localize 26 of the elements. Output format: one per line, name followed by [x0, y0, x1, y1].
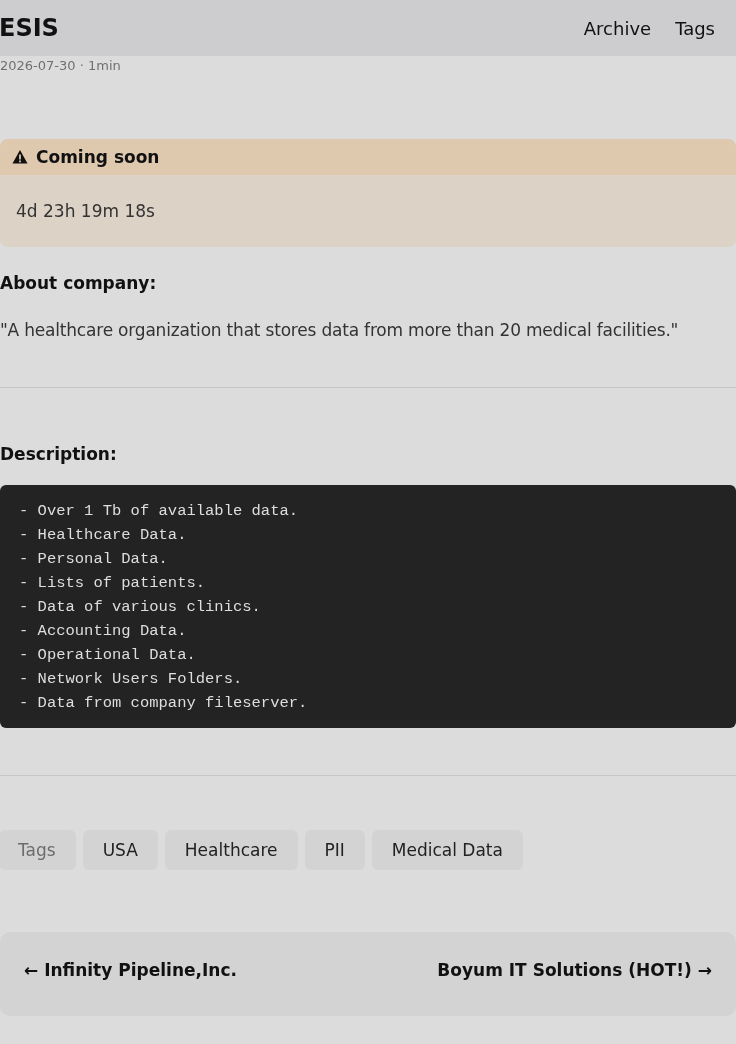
warning-icon: [12, 149, 28, 165]
code-line: - Data from company fileserver.: [19, 693, 308, 714]
tag-chip[interactable]: Healthcare: [164, 830, 298, 870]
countdown-text: 4d 23h 19m 18s: [16, 201, 155, 221]
tags-link[interactable]: Tags: [0, 830, 76, 870]
tag-chip[interactable]: PII: [304, 830, 365, 870]
company-description: "A healthcare organization that stores data from more than 20 medical facilities.": [0, 320, 680, 340]
site-title[interactable]: ESIS: [0, 14, 59, 42]
tag-chip[interactable]: Medical Data: [371, 830, 523, 870]
section-heading: About company:: [0, 273, 158, 293]
section-heading: Description:: [0, 444, 118, 464]
code-line: - Over 1 Tb of available data.: [19, 501, 299, 522]
next-post-link[interactable]: Boyum IT Solutions (HOT!) →: [437, 960, 712, 980]
code-line: - Data of various clinics.: [19, 597, 261, 618]
code-line: - Accounting Data.: [19, 621, 187, 642]
alert-title: Coming soon: [36, 147, 160, 167]
code-line: - Network Users Folders.: [19, 669, 243, 690]
code-line: - Personal Data.: [19, 549, 168, 570]
nav-link[interactable]: Tags: [675, 17, 715, 39]
nav-link[interactable]: Archive: [583, 17, 652, 39]
code-line: - Lists of patients.: [19, 573, 206, 594]
post-meta: 2026-07-30 · 1min: [0, 58, 122, 75]
code-line: - Operational Data.: [19, 645, 196, 666]
code-line: - Healthcare Data.: [19, 525, 187, 546]
prev-post-link[interactable]: ← Infinity Pipeline,Inc.: [24, 960, 237, 980]
tag-chip[interactable]: USA: [82, 830, 158, 870]
